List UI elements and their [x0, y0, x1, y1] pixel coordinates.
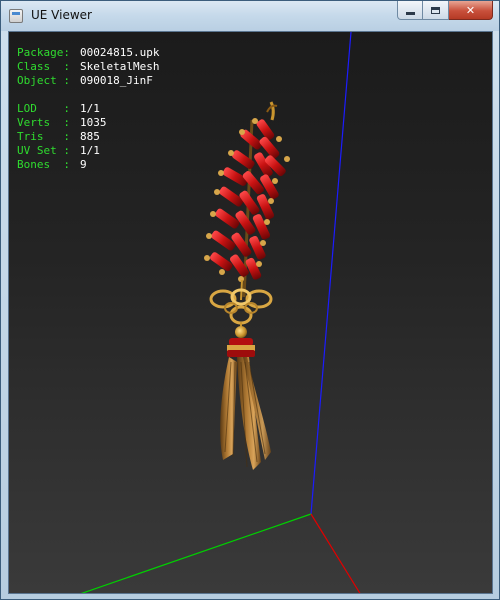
info-value: 9	[80, 158, 87, 171]
info-value: 090018_JinF	[80, 74, 153, 87]
info-row-lod: LOD : 1/1	[17, 102, 159, 116]
info-value: 1/1	[80, 102, 100, 115]
maximize-button[interactable]	[423, 1, 449, 20]
info-label: Verts :	[17, 116, 77, 129]
info-label: UV Set :	[17, 144, 77, 157]
info-row-uvset: UV Set : 1/1	[17, 144, 159, 158]
caption-buttons: ✕	[397, 1, 493, 21]
info-label: Object :	[17, 74, 77, 87]
title-bar[interactable]: UE Viewer ✕	[1, 1, 499, 31]
info-row-object: Object : 090018_JinF	[17, 74, 159, 88]
info-row-tris: Tris : 885	[17, 130, 159, 144]
info-label: Class :	[17, 60, 77, 73]
mesh-info-overlay: Package: 00024815.upk Class : SkeletalMe…	[17, 46, 159, 172]
info-label: Package:	[17, 46, 77, 59]
minimize-button[interactable]	[397, 1, 423, 20]
info-row-verts: Verts : 1035	[17, 116, 159, 130]
info-value: 1035	[80, 116, 107, 129]
app-icon	[9, 9, 23, 23]
x-axis-line	[310, 513, 361, 593]
info-label: Bones :	[17, 158, 77, 171]
info-row-bones: Bones : 9	[17, 158, 159, 172]
close-button[interactable]: ✕	[449, 1, 493, 20]
info-value: 885	[80, 130, 100, 143]
info-row-package: Package: 00024815.upk	[17, 46, 159, 60]
info-row-class: Class : SkeletalMesh	[17, 60, 159, 74]
info-value: 00024815.upk	[80, 46, 160, 59]
maximize-icon	[431, 6, 440, 14]
close-icon: ✕	[465, 3, 476, 17]
z-axis-line	[310, 32, 352, 515]
firecracker-model	[204, 101, 290, 470]
window-title: UE Viewer	[31, 8, 92, 22]
3d-viewport[interactable]: Package: 00024815.upk Class : SkeletalMe…	[8, 31, 493, 594]
info-label: Tris :	[17, 130, 77, 143]
y-axis-line	[80, 513, 312, 593]
info-value: 1/1	[80, 144, 100, 157]
app-window: UE Viewer ✕ Package: 00024815.upk Class …	[0, 0, 500, 600]
info-value: SkeletalMesh	[80, 60, 160, 73]
minimize-icon	[405, 12, 415, 15]
info-label: LOD :	[17, 102, 77, 115]
tassel	[220, 338, 271, 470]
